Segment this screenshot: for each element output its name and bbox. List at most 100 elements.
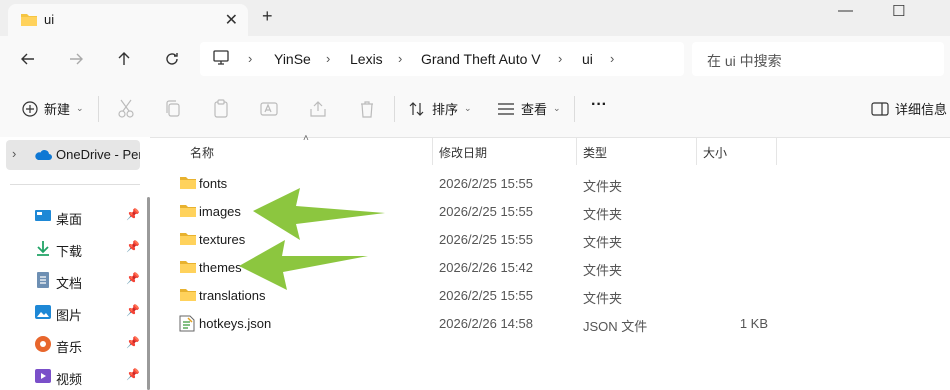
file-type: 文件夹 xyxy=(583,291,623,306)
minimize-button[interactable]: — xyxy=(838,2,853,19)
pictures-icon xyxy=(35,305,51,319)
file-modified: 2026/2/25 15:55 xyxy=(439,232,533,247)
breadcrumb-lexis[interactable]: Lexis xyxy=(350,51,383,67)
details-pane-icon xyxy=(871,101,889,116)
desktop-icon xyxy=(35,210,51,221)
file-modified: 2026/2/25 15:55 xyxy=(439,288,533,303)
music-icon xyxy=(35,336,51,352)
more-options-button[interactable]: ··· xyxy=(591,96,607,114)
json-file-icon xyxy=(179,315,195,332)
folder-icon xyxy=(180,205,196,217)
details-label: 详细信息 xyxy=(895,102,948,117)
file-row[interactable]: images 2026/2/25 15:55 文件夹 xyxy=(170,197,930,225)
forward-arrow-icon xyxy=(70,53,83,65)
breadcrumb-ui[interactable]: ui xyxy=(582,51,593,67)
folder-icon xyxy=(20,12,38,30)
file-size: 1 KB xyxy=(739,316,768,331)
search-input[interactable]: 在 ui 中搜索 xyxy=(692,42,944,76)
pin-icon[interactable]: 📌 xyxy=(126,304,140,317)
download-icon xyxy=(37,241,49,256)
view-list-icon xyxy=(498,102,514,115)
pin-icon[interactable]: 📌 xyxy=(126,272,140,285)
sort-button[interactable]: 排序 ⌄ xyxy=(408,99,472,118)
file-modified: 2026/2/25 15:55 xyxy=(439,204,533,219)
scrollbar-thumb[interactable] xyxy=(147,197,150,390)
chevron-right-icon[interactable]: › xyxy=(248,51,252,66)
sidebar-item-pictures[interactable]: 图片 📌 xyxy=(0,298,145,326)
rename-icon[interactable] xyxy=(258,98,280,120)
paste-icon[interactable] xyxy=(210,98,232,120)
sidebar-item-downloads[interactable]: 下载 📌 xyxy=(0,234,145,262)
address-bar[interactable]: › YinSe › Lexis › Grand Theft Auto V › u… xyxy=(200,42,684,76)
title-bar: ui ✕ + — ☐ xyxy=(0,0,950,36)
refresh-button[interactable] xyxy=(158,45,186,73)
chevron-right-icon[interactable]: › xyxy=(398,51,402,66)
file-type: JSON 文件 xyxy=(583,319,648,334)
file-row[interactable]: textures 2026/2/25 15:55 文件夹 xyxy=(170,225,930,253)
document-icon xyxy=(37,272,49,288)
column-header-size[interactable]: 大小 xyxy=(703,144,727,161)
cut-icon[interactable] xyxy=(115,98,137,120)
pin-icon[interactable]: 📌 xyxy=(126,368,140,381)
file-modified: 2026/2/25 15:55 xyxy=(439,176,533,191)
pin-icon[interactable]: 📌 xyxy=(126,240,140,253)
chevron-down-icon: ⌄ xyxy=(553,103,561,113)
file-row[interactable]: translations 2026/2/25 15:55 文件夹 xyxy=(170,281,930,309)
up-button[interactable] xyxy=(110,45,138,73)
sort-up-indicator-icon: ˄ xyxy=(303,133,309,144)
breadcrumb-yinse[interactable]: YinSe xyxy=(274,51,311,67)
chevron-right-icon[interactable]: › xyxy=(12,146,16,161)
column-header-name[interactable]: 名称 xyxy=(190,144,214,161)
video-icon xyxy=(35,369,51,383)
new-button[interactable]: 新建 ⌄ xyxy=(22,99,84,118)
file-row[interactable]: fonts 2026/2/25 15:55 文件夹 xyxy=(170,169,930,197)
sidebar-item-documents[interactable]: 文档 📌 xyxy=(0,266,145,294)
new-tab-button[interactable]: + xyxy=(262,6,273,27)
close-tab-icon[interactable]: ✕ xyxy=(225,10,238,30)
sidebar-item-videos[interactable]: 视频 📌 xyxy=(0,362,145,390)
details-pane-button[interactable]: 详细信息 xyxy=(871,99,947,118)
chevron-down-icon: ⌄ xyxy=(464,103,472,113)
folder-icon xyxy=(180,233,196,245)
column-divider[interactable] xyxy=(696,137,697,165)
sidebar-item-desktop[interactable]: 桌面 📌 xyxy=(0,202,145,230)
sidebar-item-onedrive[interactable]: › OneDrive - Per xyxy=(6,140,140,170)
chevron-right-icon[interactable]: › xyxy=(558,51,562,66)
sidebar-item-label: 图片 xyxy=(56,308,83,323)
column-divider[interactable] xyxy=(432,137,433,165)
file-name: themes xyxy=(199,260,242,275)
pin-icon[interactable]: 📌 xyxy=(126,208,140,221)
column-divider[interactable] xyxy=(576,137,577,165)
maximize-button[interactable]: ☐ xyxy=(892,2,905,20)
onedrive-label: OneDrive - Per xyxy=(56,147,140,162)
chevron-right-icon[interactable]: › xyxy=(326,51,330,66)
tab-ui[interactable]: ui ✕ xyxy=(8,4,248,36)
copy-icon[interactable] xyxy=(162,98,184,120)
pin-icon[interactable]: 📌 xyxy=(126,336,140,349)
view-button[interactable]: 查看 ⌄ xyxy=(497,99,561,118)
column-divider[interactable] xyxy=(776,137,777,165)
chevron-right-icon[interactable]: › xyxy=(610,51,614,66)
divider xyxy=(10,184,140,185)
delete-icon[interactable] xyxy=(356,98,378,120)
file-type: 文件夹 xyxy=(583,263,623,278)
breadcrumb-gta-v[interactable]: Grand Theft Auto V xyxy=(421,51,541,67)
sidebar-item-label: 视频 xyxy=(56,372,83,387)
back-button[interactable] xyxy=(14,45,42,73)
sidebar-item-music[interactable]: 音乐 📌 xyxy=(0,330,145,358)
folder-icon xyxy=(180,289,196,301)
divider xyxy=(574,96,575,122)
share-icon[interactable] xyxy=(307,98,329,120)
column-header-modified[interactable]: 修改日期 xyxy=(439,144,487,161)
column-header-type[interactable]: 类型 xyxy=(583,144,607,161)
back-arrow-icon xyxy=(21,53,34,65)
file-row[interactable]: themes 2026/2/26 15:42 文件夹 xyxy=(170,253,930,281)
file-type: 文件夹 xyxy=(583,207,623,222)
sidebar-item-label: 音乐 xyxy=(56,340,83,355)
computer-icon xyxy=(212,50,230,69)
folder-icon xyxy=(180,177,196,189)
sidebar-scrollbar[interactable] xyxy=(147,137,150,390)
new-label: 新建 xyxy=(44,102,71,117)
forward-button[interactable] xyxy=(62,45,90,73)
file-row[interactable]: hotkeys.json 2026/2/26 14:58 JSON 文件 1 K… xyxy=(170,309,930,337)
